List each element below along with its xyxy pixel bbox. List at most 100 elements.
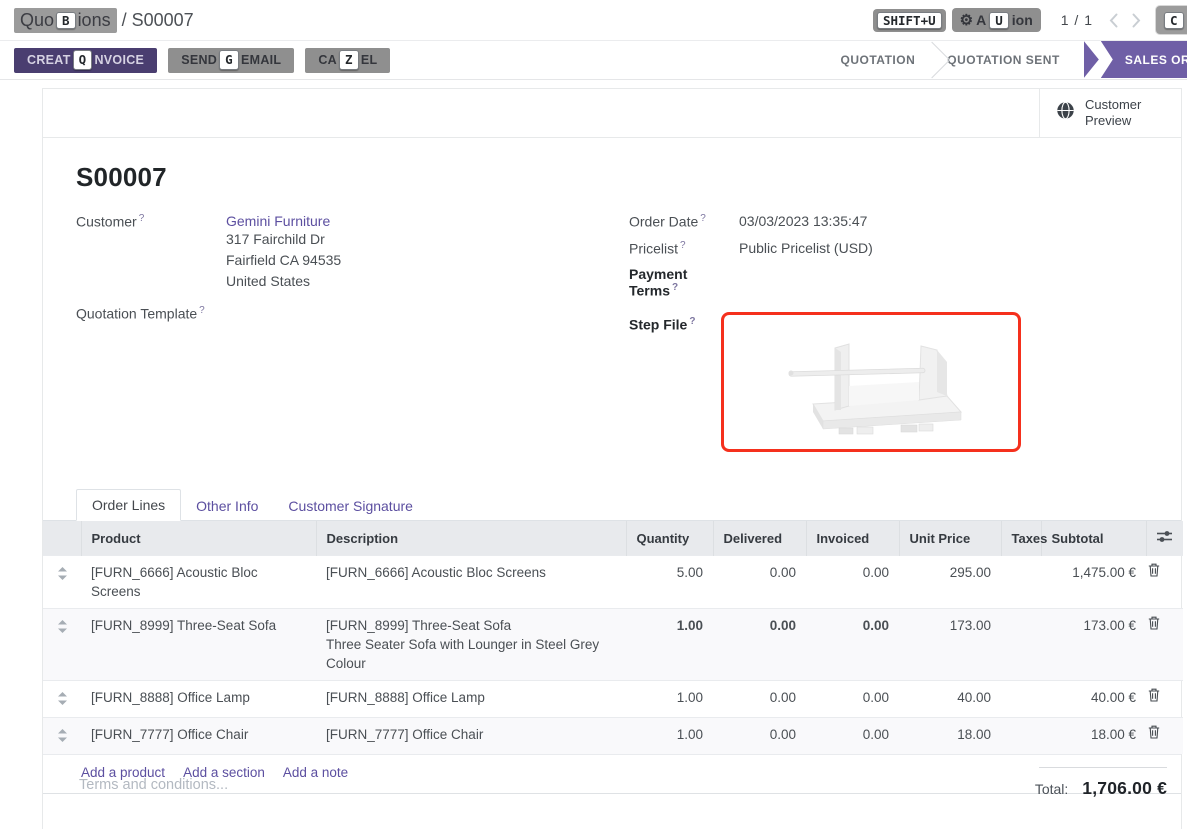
column-header-quantity: Quantity — [626, 521, 713, 556]
address-line-1: 317 Fairchild Dr — [226, 229, 341, 250]
cell-taxes[interactable] — [1001, 609, 1041, 681]
breadcrumb: QuoBions / S00007 — [14, 8, 194, 33]
cell-product[interactable]: [FURN_7777] Office Chair — [81, 718, 316, 755]
table-header-row: Product Description Quantity Delivered I… — [43, 521, 1183, 556]
customer-address: 317 Fairchild Dr Fairfield CA 94535 Unit… — [226, 229, 341, 292]
pricelist-value[interactable]: Public Pricelist (USD) — [739, 240, 873, 257]
cell-invoiced[interactable]: 0.00 — [806, 556, 899, 609]
cell-quantity[interactable]: 1.00 — [626, 681, 713, 718]
cell-product[interactable]: [FURN_8999] Three-Seat Sofa — [81, 609, 316, 681]
cell-unit-price[interactable]: 40.00 — [899, 681, 1001, 718]
add-a-note-link[interactable]: Add a note — [283, 765, 348, 780]
pricelist-label: Pricelist? — [629, 240, 739, 257]
order-date-label-text: Order Date — [629, 214, 698, 230]
drag-handle[interactable] — [43, 556, 81, 609]
hint-pill-z: Z — [339, 50, 359, 70]
address-line-3: United States — [226, 271, 341, 292]
cell-unit-price[interactable]: 295.00 — [899, 556, 1001, 609]
order-date-help-icon: ? — [700, 213, 706, 224]
control-panel-actions: CREATQNVOICE SENDGEMAIL CAZEL QUOTATION … — [0, 41, 1187, 80]
customer-help-icon: ? — [139, 213, 145, 224]
tab-other-info[interactable]: Other Info — [181, 491, 273, 521]
edge-clipped-button[interactable]: C — [1155, 5, 1187, 35]
delete-line-button[interactable] — [1146, 609, 1183, 681]
cell-taxes[interactable] — [1001, 681, 1041, 718]
cell-taxes[interactable] — [1001, 718, 1041, 755]
optional-columns-button[interactable] — [1146, 521, 1183, 556]
tab-customer-signature[interactable]: Customer Signature — [273, 491, 428, 521]
step-file-label-text: Step File — [629, 317, 687, 333]
create-invoice-pre: CREAT — [27, 53, 71, 67]
column-header-subtotal: Subtotal — [1041, 521, 1146, 556]
order-line-row: [FURN_8999] Three-Seat Sofa [FURN_8999] … — [43, 609, 1183, 681]
create-invoice-button[interactable]: CREATQNVOICE — [14, 48, 157, 73]
customer-link[interactable]: Gemini Furniture — [226, 213, 341, 229]
cell-unit-price[interactable]: 18.00 — [899, 718, 1001, 755]
column-header-invoiced: Invoiced — [806, 521, 899, 556]
column-header-delivered: Delivered — [713, 521, 806, 556]
cancel-button[interactable]: CAZEL — [305, 48, 390, 73]
cell-delivered[interactable]: 0.00 — [713, 681, 806, 718]
delete-line-button[interactable] — [1146, 681, 1183, 718]
status-step-sales-order[interactable]: SALES ORDER — [1101, 41, 1187, 78]
hint-pill-q: Q — [73, 50, 93, 70]
customer-label: Customer? — [76, 213, 226, 292]
cell-description[interactable]: [FURN_6666] Acoustic Bloc Screens — [316, 556, 626, 609]
pager-next-icon[interactable] — [1132, 13, 1141, 28]
gear-icon: ⚙ — [960, 11, 973, 29]
step-file-3d-preview[interactable] — [721, 312, 1021, 452]
send-email-post: EMAIL — [241, 53, 281, 67]
total-value: 1,706.00 € — [1082, 778, 1167, 799]
cell-description[interactable]: [FURN_8999] Three-Seat Sofa Three Seater… — [316, 609, 626, 681]
delete-line-button[interactable] — [1146, 556, 1183, 609]
order-date-value[interactable]: 03/03/2023 13:35:47 — [739, 213, 867, 230]
globe-icon — [1056, 101, 1075, 125]
hint-pill-shift-u: SHIFT+U — [877, 12, 942, 29]
drag-handle[interactable] — [43, 609, 81, 681]
cell-product[interactable]: [FURN_6666] Acoustic Bloc Screens — [81, 556, 316, 609]
button-box: Customer Preview — [43, 89, 1181, 138]
status-step-quotation-sent[interactable]: QUOTATION SENT — [931, 41, 1076, 78]
cell-description[interactable]: [FURN_8888] Office Lamp — [316, 681, 626, 718]
pager-value: 1 / 1 — [1061, 12, 1093, 28]
order-date-label: Order Date? — [629, 213, 739, 230]
field-step-file: Step File? — [629, 316, 1149, 452]
tab-order-lines[interactable]: Order Lines — [76, 489, 181, 521]
cell-invoiced[interactable]: 0.00 — [806, 609, 899, 681]
cell-quantity[interactable]: 1.00 — [626, 718, 713, 755]
cell-product[interactable]: [FURN_8888] Office Lamp — [81, 681, 316, 718]
cell-quantity[interactable]: 5.00 — [626, 556, 713, 609]
action-menu-pre: A — [976, 12, 986, 28]
delete-line-button[interactable] — [1146, 718, 1183, 755]
drag-handle[interactable] — [43, 718, 81, 755]
cell-description[interactable]: [FURN_7777] Office Chair — [316, 718, 626, 755]
breadcrumb-separator: / — [117, 10, 132, 31]
send-email-button[interactable]: SENDGEMAIL — [168, 48, 294, 73]
action-menu-button[interactable]: ⚙AUion — [952, 8, 1041, 32]
hidden-control-shift-u[interactable]: SHIFT+U — [873, 9, 946, 32]
order-lines-table: Product Description Quantity Delivered I… — [43, 521, 1183, 754]
record-title: S00007 — [76, 162, 1181, 193]
cell-subtotal: 1,475.00 € — [1041, 556, 1146, 609]
pager-previous-icon[interactable] — [1109, 13, 1118, 28]
cell-delivered[interactable]: 0.00 — [713, 609, 806, 681]
customer-label-text: Customer — [76, 214, 137, 230]
cell-invoiced[interactable]: 0.00 — [806, 718, 899, 755]
send-email-pre: SEND — [181, 53, 217, 67]
cell-taxes[interactable] — [1001, 556, 1041, 609]
cell-unit-price[interactable]: 173.00 — [899, 609, 1001, 681]
cell-invoiced[interactable]: 0.00 — [806, 681, 899, 718]
breadcrumb-quotations-link[interactable]: QuoBions — [14, 8, 117, 33]
pricelist-label-text: Pricelist — [629, 240, 678, 256]
step-file-help-icon: ? — [689, 316, 695, 327]
hint-pill-u: U — [989, 12, 1009, 29]
cell-delivered[interactable]: 0.00 — [713, 718, 806, 755]
drag-handle[interactable] — [43, 681, 81, 718]
customer-preview-button[interactable]: Customer Preview — [1039, 89, 1181, 137]
order-line-row: [FURN_6666] Acoustic Bloc Screens [FURN_… — [43, 556, 1183, 609]
cell-delivered[interactable]: 0.00 — [713, 556, 806, 609]
customer-preview-label: Customer Preview — [1085, 97, 1157, 129]
terms-and-conditions-field[interactable]: Terms and conditions... — [79, 777, 228, 793]
cell-quantity[interactable]: 1.00 — [626, 609, 713, 681]
field-payment-terms: Payment Terms? — [629, 266, 1149, 299]
